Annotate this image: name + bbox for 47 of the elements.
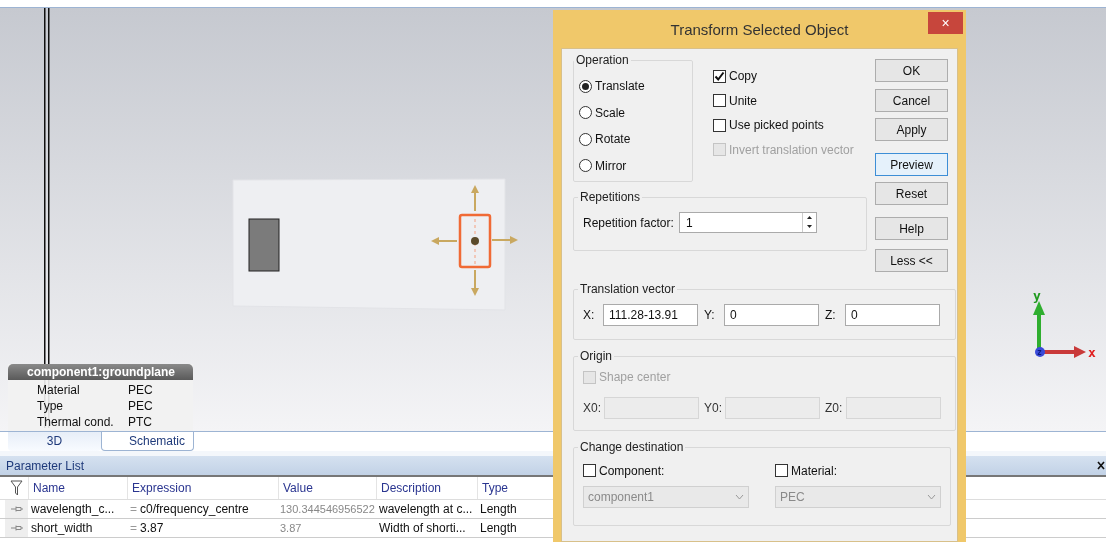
radio-label: Rotate — [595, 131, 631, 149]
group-label: Origin — [579, 348, 613, 365]
panel-title: Parameter List — [5, 457, 85, 475]
group-label: Repetitions — [579, 189, 642, 206]
checkbox-label: Shape center — [599, 369, 671, 386]
table-cell-text: 3.87 — [279, 520, 303, 536]
group-label: Translation vector — [579, 281, 676, 298]
equals-sign: = — [129, 520, 138, 537]
axis-label: z — [1037, 348, 1042, 357]
table-cell-text: short_width — [30, 520, 94, 537]
radio-label: Mirror — [595, 157, 627, 175]
field-label: Y: — [704, 307, 716, 324]
table-cell-text: 130.344546956522 — [279, 501, 376, 517]
axis-label: y — [1033, 288, 1041, 303]
equals-sign: = — [129, 501, 138, 518]
properties-title: component1:groundplane — [8, 364, 193, 380]
radio-label: Scale — [595, 104, 626, 122]
table-cell-text: wavelength_c... — [30, 501, 116, 518]
checkbox-label: Copy — [729, 68, 757, 86]
group-label: Change destination — [579, 439, 685, 456]
checkbox-label: Use picked points — [729, 117, 824, 135]
property-label: Material — [36, 382, 81, 399]
checkbox-label: Invert translation vector — [729, 141, 854, 159]
axis-label: x — [1088, 345, 1096, 360]
table-cell-text: wavelength at c... — [378, 501, 474, 518]
checkbox-label: Unite — [729, 92, 757, 110]
field-label: X: — [583, 307, 596, 324]
field-label: Y0: — [704, 400, 723, 417]
table-cell-text: Length — [479, 501, 518, 518]
table-cell-text: c0/frequency_centre — [140, 501, 249, 518]
table-cell-text: Width of shorti... — [378, 520, 467, 537]
field-label: X0: — [583, 400, 602, 417]
property-label: Thermal cond. — [36, 414, 115, 431]
property-label: Type — [36, 398, 64, 415]
group-label: Operation — [575, 52, 630, 69]
window-title: Transform Selected Object — [670, 20, 849, 41]
table-cell-text: 3.87 — [140, 520, 164, 537]
checkbox-label: Material: — [791, 462, 837, 480]
table-cell-text: Length — [479, 520, 518, 537]
checkbox-label: Component: — [599, 462, 665, 480]
field-label: Repetition factor: — [583, 214, 675, 232]
radio-label: Translate — [595, 78, 645, 96]
property-value: PEC — [128, 382, 153, 399]
property-value: PTC — [128, 414, 152, 431]
field-label: Z: — [825, 307, 837, 324]
property-value: PEC — [128, 398, 153, 415]
field-label: Z0: — [825, 400, 844, 417]
